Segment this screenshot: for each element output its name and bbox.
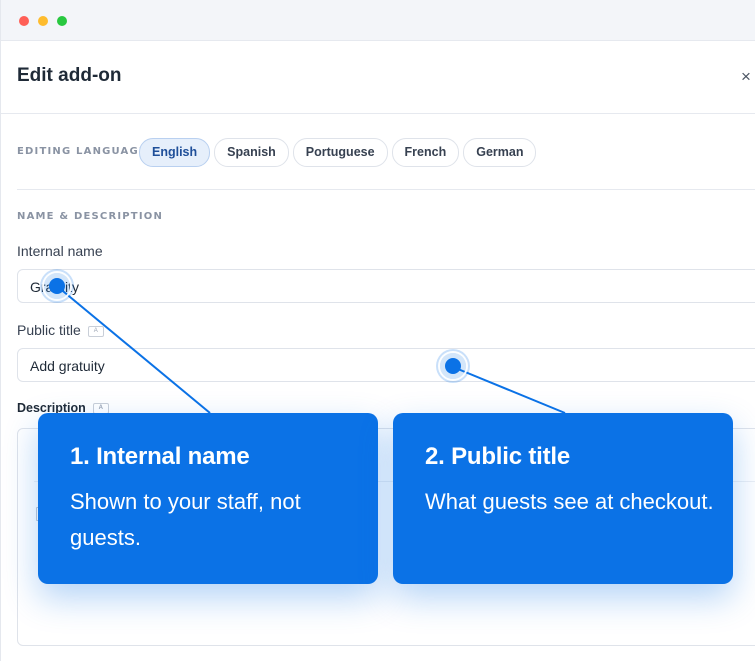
section-divider (17, 189, 755, 190)
name-description-section-label: NAME & DESCRIPTION (17, 211, 164, 222)
public-title-input[interactable]: Add gratuity (17, 348, 755, 382)
callout-public-title: 2. Public title What guests see at check… (393, 413, 733, 584)
close-icon[interactable]: × (741, 67, 751, 87)
language-chip-portuguese[interactable]: Portuguese (292, 138, 388, 167)
language-chip-english[interactable]: English (139, 138, 211, 167)
callout-body: Shown to your staff, not guests. (70, 489, 301, 550)
window-titlebar (1, 0, 755, 41)
close-window-button[interactable] (19, 16, 29, 26)
language-chip-spanish[interactable]: Spanish (214, 138, 289, 167)
language-chips: English Spanish Portuguese French German (139, 138, 537, 167)
callout-internal-name: 1. Internal name Shown to your staff, no… (38, 413, 378, 584)
callout-title: 1. Internal name (70, 443, 250, 470)
language-chip-german[interactable]: German (463, 138, 537, 167)
hotspot-internal-name[interactable] (44, 273, 70, 299)
public-title-label: Public title (17, 322, 81, 338)
callout-body: What guests see at checkout. (425, 489, 714, 514)
minimize-window-button[interactable] (38, 16, 48, 26)
dialog-title: Edit add-on (17, 65, 122, 86)
internal-name-label: Internal name (17, 243, 103, 259)
zoom-window-button[interactable] (57, 16, 67, 26)
editing-language-label: EDITING LANGUAGE (17, 146, 147, 157)
hotspot-public-title[interactable] (440, 353, 466, 379)
dialog-header: Edit add-on × (1, 41, 755, 114)
translate-icon: A (87, 325, 104, 337)
public-title-label-row: Public title A (17, 322, 104, 338)
language-chip-french[interactable]: French (391, 138, 460, 167)
internal-name-input[interactable]: Gratuity (17, 269, 755, 303)
callout-title: 2. Public title (425, 443, 571, 470)
